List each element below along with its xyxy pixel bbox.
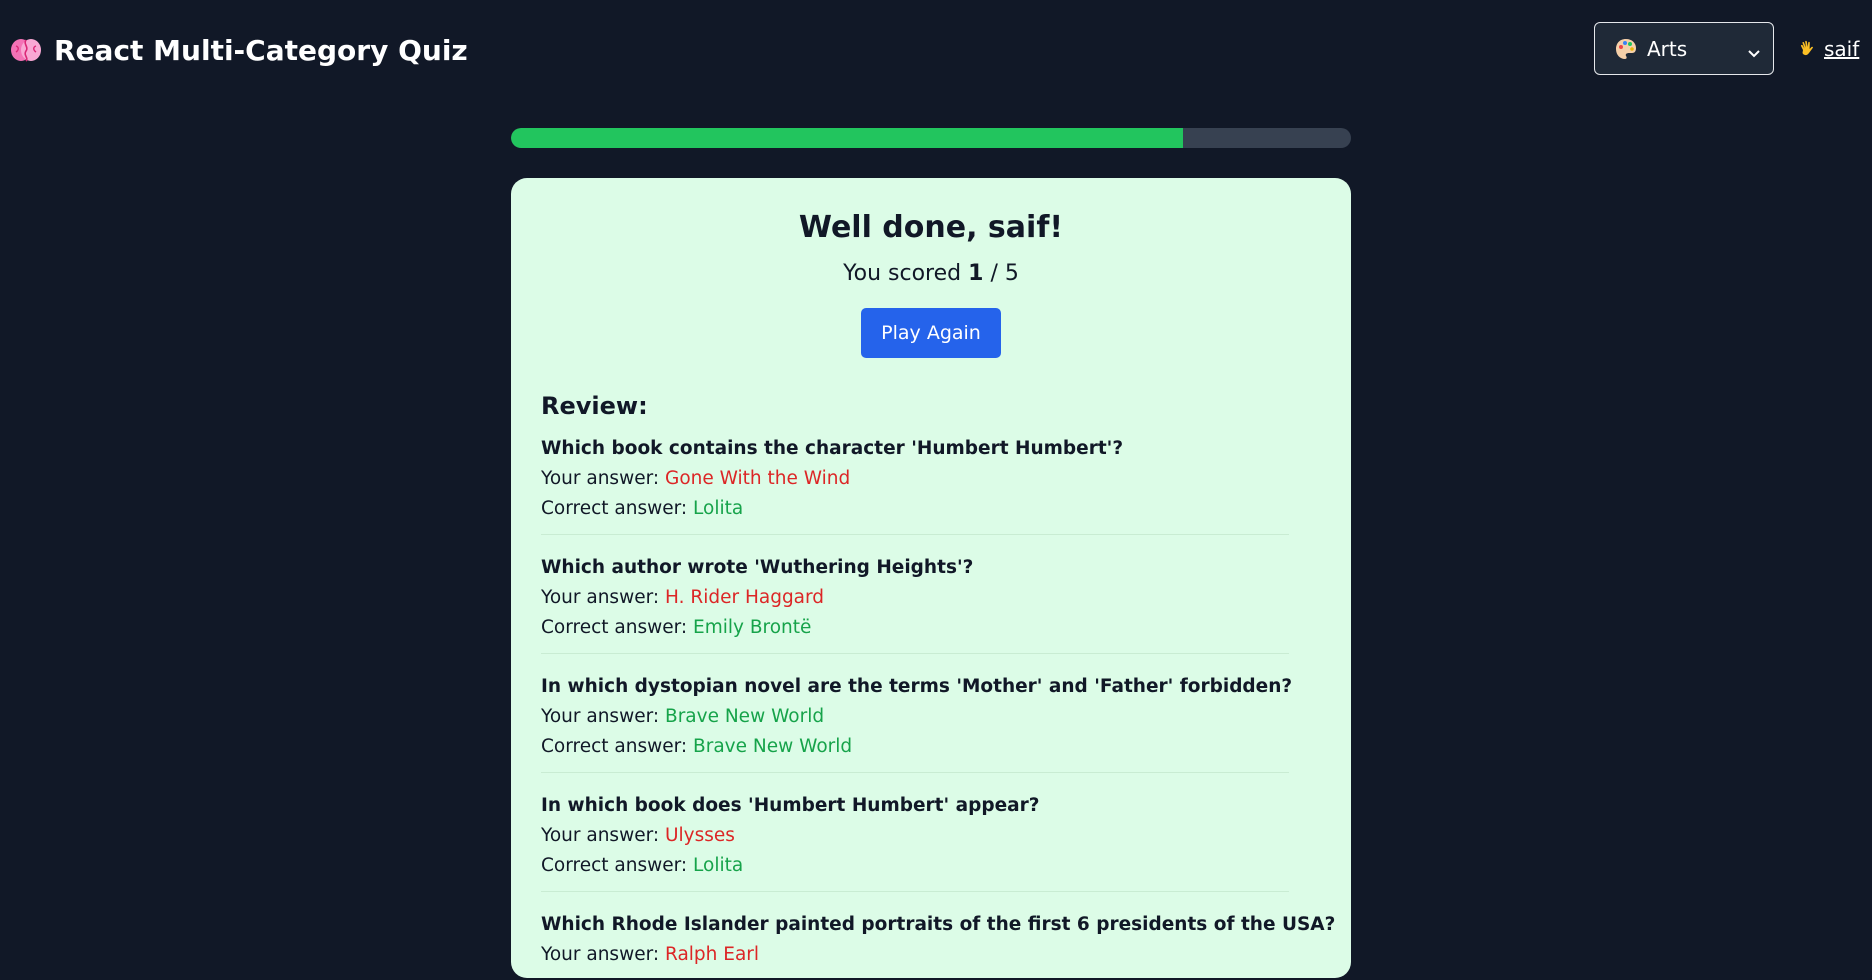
score-value: 1 <box>968 261 984 286</box>
progress-bar <box>511 128 1351 148</box>
your-answer-line: Your answer: Gone With the Wind <box>541 464 1289 494</box>
correct-answer-value: Lolita <box>693 855 744 876</box>
review-item: Which author wrote 'Wuthering Heights'? … <box>541 553 1289 654</box>
result-title: Well done, saif! <box>798 210 1064 245</box>
chevron-down-icon <box>1747 41 1761 58</box>
score-separator: / <box>990 261 998 286</box>
correct-answer-line: Correct answer: Lolita <box>541 851 1289 881</box>
review-question: In which book does 'Humbert Humbert' app… <box>541 795 1040 816</box>
correct-answer-value: Lolita <box>693 498 744 519</box>
your-answer-line: Your answer: Brave New World <box>541 702 1289 732</box>
your-answer-value: Gone With the Wind <box>665 468 851 489</box>
your-answer-label: Your answer: <box>541 944 660 965</box>
correct-answer-line: Correct answer: Lolita <box>541 494 1289 524</box>
palette-icon <box>1615 38 1637 60</box>
review-list: Which book contains the character 'Humbe… <box>541 434 1336 980</box>
review-item: Which Rhode Islander painted portraits o… <box>541 910 1336 980</box>
review-heading: Review: <box>541 392 648 420</box>
user-link[interactable]: saif <box>1794 36 1859 62</box>
category-select-value: Arts <box>1647 36 1688 61</box>
correct-answer-line: Correct answer: Emily Brontë <box>541 613 1289 643</box>
review-question: Which book contains the character 'Humbe… <box>541 438 1124 459</box>
review-question: In which dystopian novel are the terms '… <box>541 676 1293 697</box>
app-title: React Multi-Category Quiz <box>54 33 468 67</box>
score-total: 5 <box>1004 261 1019 286</box>
correct-answer-line: Correct answer: Brave New World <box>541 732 1289 762</box>
correct-answer-value: Emily Brontë <box>693 617 812 638</box>
review-item: In which dystopian novel are the terms '… <box>541 672 1293 773</box>
waving-hand-icon <box>1798 39 1818 59</box>
your-answer-value: Ralph Earl <box>665 944 760 965</box>
app-header: React Multi-Category Quiz Arts saif <box>0 0 1872 100</box>
progress-fill <box>511 128 1183 148</box>
correct-answer-label: Correct answer: <box>541 855 688 876</box>
your-answer-value: Brave New World <box>665 706 825 727</box>
brain-icon <box>10 34 42 66</box>
your-answer-line: Your answer: Ulysses <box>541 821 1289 851</box>
your-answer-line: Your answer: H. Rider Haggard <box>541 583 1289 613</box>
review-question: Which author wrote 'Wuthering Heights'? <box>541 557 974 578</box>
your-answer-value: H. Rider Haggard <box>665 587 825 608</box>
correct-answer-label: Correct answer: <box>541 617 688 638</box>
your-answer-value: Ulysses <box>665 825 735 846</box>
result-card: Well done, saif! You scored 1 / 5 Play A… <box>511 178 1351 978</box>
correct-answer-label: Correct answer: <box>541 498 688 519</box>
score-line: You scored 1 / 5 <box>541 261 1321 286</box>
review-item: Which book contains the character 'Humbe… <box>541 434 1289 535</box>
correct-answer-value: Brave New World <box>693 736 853 757</box>
your-answer-label: Your answer: <box>541 587 660 608</box>
your-answer-label: Your answer: <box>541 706 660 727</box>
category-select[interactable]: Arts <box>1594 22 1774 75</box>
play-again-button[interactable]: Play Again <box>861 308 1001 358</box>
user-name: saif <box>1824 37 1860 61</box>
review-item: In which book does 'Humbert Humbert' app… <box>541 791 1289 892</box>
brand: React Multi-Category Quiz <box>10 30 468 70</box>
your-answer-label: Your answer: <box>541 468 660 489</box>
score-prefix: You scored <box>843 261 962 286</box>
review-question: Which Rhode Islander painted portraits o… <box>541 914 1336 935</box>
your-answer-label: Your answer: <box>541 825 660 846</box>
correct-answer-label: Correct answer: <box>541 736 688 757</box>
